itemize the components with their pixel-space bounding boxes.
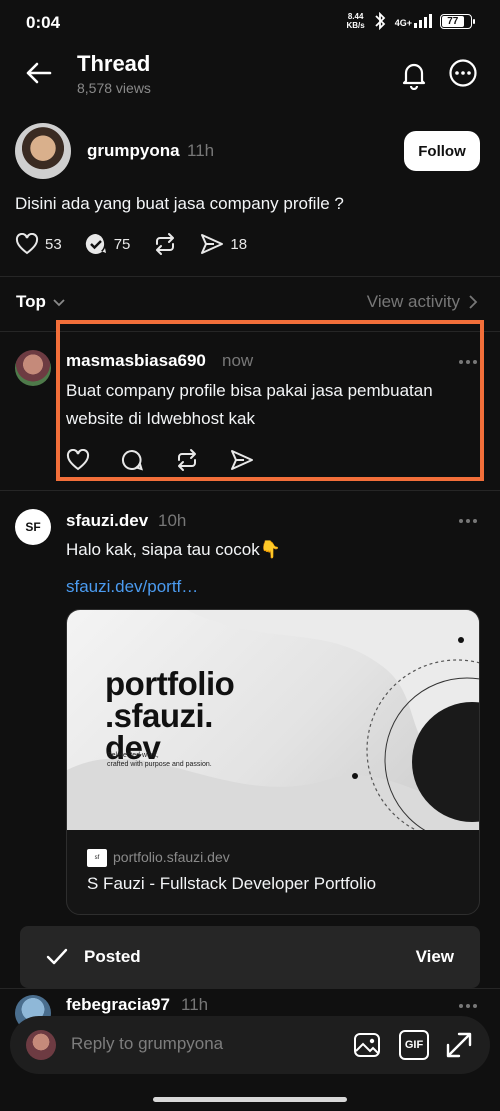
more-options-icon[interactable]	[448, 58, 478, 88]
post-time: 11h	[187, 141, 215, 160]
reply-composer: GIF	[10, 1016, 490, 1074]
back-arrow-icon[interactable]	[22, 56, 56, 90]
link-preview-card[interactable]: portfolio .sfauzi. dev Seletected work, …	[66, 609, 480, 915]
image-icon[interactable]	[352, 1030, 382, 1060]
post-actions: 53 75 18	[15, 232, 247, 256]
portfolio-tagline: Seletected work, crafted with purpose an…	[107, 752, 212, 768]
share-button[interactable]: 18	[200, 233, 247, 255]
battery-level: 77	[442, 15, 464, 27]
reply-time: 10h	[158, 511, 187, 530]
sort-row: Top View activity	[0, 290, 500, 318]
highlight-annotation	[56, 320, 484, 481]
status-indicators: 8.44 KB/s 4G+ 77	[346, 12, 475, 30]
avatar	[26, 1030, 56, 1060]
network-speed: 8.44 KB/s	[346, 12, 365, 30]
repost-icon	[156, 233, 175, 255]
home-indicator[interactable]	[153, 1097, 347, 1102]
portfolio-logo: portfolio .sfauzi. dev	[105, 665, 235, 766]
chevron-right-icon	[469, 295, 478, 309]
checkmark-icon	[46, 948, 68, 965]
divider	[0, 988, 500, 989]
view-activity-link[interactable]: View activity	[367, 292, 478, 312]
reply-text: Halo kak, siapa tau cocok👇	[66, 540, 281, 559]
site-favicon-icon: sf	[87, 849, 107, 867]
view-count: 8,578 views	[77, 80, 151, 96]
reply-input[interactable]	[71, 1034, 331, 1054]
bell-icon[interactable]	[398, 58, 430, 90]
heart-icon	[15, 233, 39, 255]
reply-time: 11h	[181, 995, 209, 1014]
gif-button[interactable]: GIF	[399, 1030, 429, 1060]
posted-toast: Posted View	[20, 926, 480, 988]
signal-icon: 4G+	[395, 14, 432, 28]
like-button[interactable]: 53	[15, 233, 62, 255]
reply-count: 75	[113, 235, 131, 253]
avatar[interactable]	[15, 123, 71, 179]
sort-dropdown[interactable]: Top	[16, 292, 66, 312]
chevron-down-icon	[53, 299, 65, 307]
more-dots-icon[interactable]	[458, 1003, 478, 1009]
toast-message: Posted	[84, 947, 141, 966]
share-count: 18	[230, 235, 248, 253]
link-domain: portfolio.sfauzi.dev	[113, 849, 230, 865]
post-text: Disini ada yang buat jasa company profil…	[15, 194, 344, 213]
more-dots-icon[interactable]	[458, 518, 478, 524]
send-icon	[201, 234, 224, 254]
post-author[interactable]: grumpyona	[87, 141, 180, 161]
bluetooth-icon	[375, 12, 386, 30]
page-title: Thread	[77, 51, 151, 76]
reply-author[interactable]: febegracia97	[66, 995, 170, 1015]
reply-button[interactable]: 75	[84, 232, 131, 256]
avatar[interactable]: SF	[15, 509, 51, 545]
sf-logo-icon: SF	[25, 520, 41, 534]
reply-link[interactable]: sfauzi.dev/portf…	[66, 577, 198, 597]
reply-author[interactable]: sfauzi.dev	[66, 511, 148, 531]
status-bar: 0:04 8.44 KB/s 4G+ 77	[0, 0, 500, 46]
link-preview-image: portfolio .sfauzi. dev Seletected work, …	[67, 610, 479, 830]
reply-bubble-icon	[85, 233, 106, 254]
battery-icon: 77	[440, 13, 475, 29]
divider	[0, 276, 500, 277]
toast-view-button[interactable]: View	[416, 947, 454, 967]
status-time: 0:04	[26, 13, 61, 32]
like-count: 53	[45, 235, 62, 253]
expand-icon[interactable]	[444, 1030, 474, 1060]
follow-button[interactable]: Follow	[404, 131, 480, 171]
divider	[0, 490, 500, 491]
avatar[interactable]	[15, 350, 51, 386]
repost-button[interactable]	[152, 232, 178, 256]
link-title: S Fauzi - Fullstack Developer Portfolio	[87, 874, 377, 893]
thread-header: Thread 8,578 views	[0, 46, 500, 106]
